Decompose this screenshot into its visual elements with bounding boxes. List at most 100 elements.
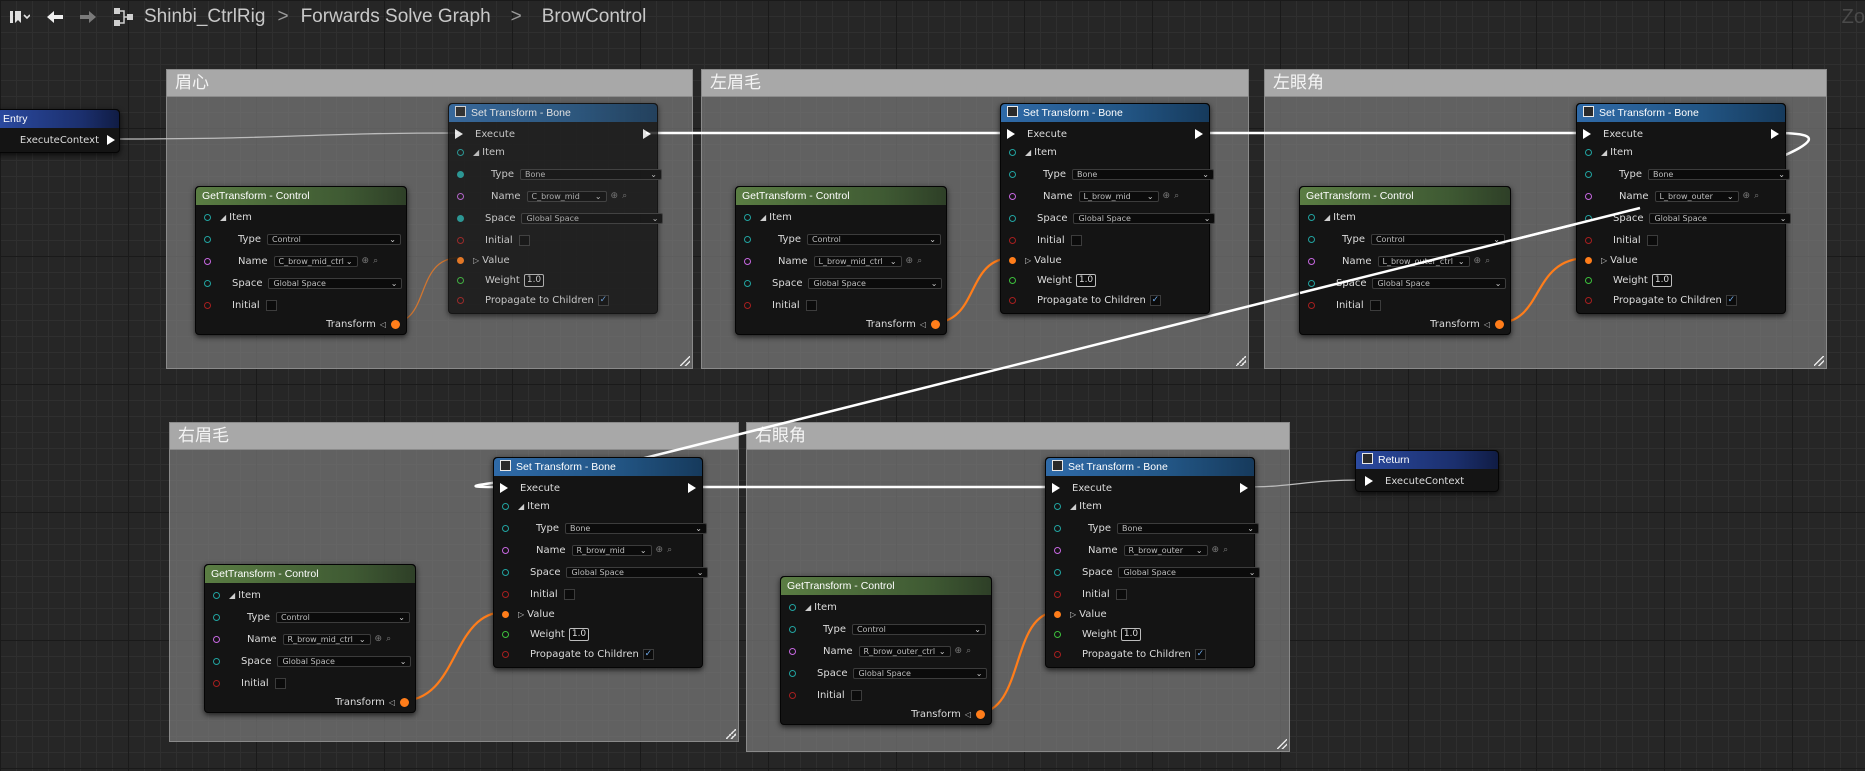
propagate-pin[interactable]: [502, 650, 509, 658]
search-icon[interactable]: ⌕: [373, 256, 378, 266]
space-dropdown[interactable]: Global Space ⌄: [1649, 212, 1792, 224]
node-header[interactable]: GetTransform - Control: [205, 565, 415, 583]
type-dropdown[interactable]: Control ⌄: [851, 623, 986, 635]
collapse-arrow-icon[interactable]: ◁: [1484, 320, 1490, 329]
search-icon[interactable]: ⌕: [1174, 191, 1179, 201]
browse-icon[interactable]: ⊕: [1212, 545, 1220, 555]
expand-arrow-icon[interactable]: ◢: [518, 502, 524, 511]
item-pin[interactable]: [744, 213, 751, 221]
resize-grip[interactable]: [726, 729, 736, 739]
resize-grip[interactable]: [1236, 356, 1246, 366]
get-transform-control-node[interactable]: GetTransform - Control ◢ Item Type Control…: [195, 186, 407, 335]
space-dropdown[interactable]: Global Space ⌄: [1073, 212, 1216, 224]
exec-output-pin[interactable]: [643, 129, 651, 139]
type-pin[interactable]: [744, 235, 751, 243]
weight-input[interactable]: 1.0: [1075, 273, 1097, 287]
search-icon[interactable]: ⌕: [966, 646, 971, 656]
collapse-arrow-icon[interactable]: ◁: [380, 320, 386, 329]
initial-checkbox[interactable]: [1369, 299, 1381, 311]
expand-arrow-icon[interactable]: ▷: [473, 256, 479, 265]
expand-arrow-icon[interactable]: ▷: [518, 610, 524, 619]
type-dropdown[interactable]: Control ⌄: [806, 233, 941, 245]
item-pin[interactable]: [1308, 213, 1315, 221]
expand-arrow-icon[interactable]: ▷: [1025, 256, 1031, 265]
search-icon[interactable]: ⌕: [1754, 191, 1759, 201]
space-pin[interactable]: [1054, 568, 1061, 576]
propagate-pin[interactable]: [1585, 296, 1592, 304]
name-pin[interactable]: [204, 257, 211, 265]
node-header[interactable]: Entry: [0, 110, 119, 128]
initial-checkbox[interactable]: [1070, 234, 1082, 246]
search-icon[interactable]: ⌕: [917, 256, 922, 266]
get-transform-control-node[interactable]: GetTransform - Control ◢ Item Type Control…: [735, 186, 947, 335]
comment-title[interactable]: 眉心: [167, 70, 692, 97]
name-dropdown[interactable]: R_brow_mid_ctrl ⌄: [282, 633, 371, 645]
browse-icon[interactable]: ⊕: [906, 256, 914, 266]
transform-output-pin[interactable]: [1495, 319, 1504, 329]
item-pin[interactable]: [1585, 148, 1592, 156]
type-pin[interactable]: [213, 613, 220, 621]
value-input-pin[interactable]: [1054, 610, 1061, 618]
type-pin[interactable]: [1585, 170, 1592, 178]
browse-icon[interactable]: ⊕: [375, 634, 383, 644]
search-icon[interactable]: ⌕: [1485, 256, 1490, 266]
resize-grip[interactable]: [1277, 739, 1287, 749]
exec-output-pin[interactable]: [1195, 129, 1203, 139]
search-icon[interactable]: ⌕: [386, 634, 391, 644]
entry-node[interactable]: Entry ExecuteContext: [0, 109, 120, 153]
breadcrumb-function[interactable]: BrowControl: [542, 6, 647, 28]
name-dropdown[interactable]: C_brow_mid_ctrl ⌄: [273, 255, 358, 267]
space-dropdown[interactable]: Global Space ⌄: [566, 566, 709, 578]
propagate-checkbox[interactable]: ✓: [1194, 648, 1206, 660]
item-pin[interactable]: [213, 591, 220, 599]
initial-checkbox[interactable]: [265, 299, 277, 311]
browse-icon[interactable]: ⊕: [362, 256, 370, 266]
transform-output-pin[interactable]: [931, 319, 940, 329]
initial-pin[interactable]: [502, 590, 509, 598]
type-dropdown[interactable]: Control ⌄: [275, 611, 410, 623]
name-pin[interactable]: [457, 192, 464, 200]
get-transform-control-node[interactable]: GetTransform - Control ◢ Item Type Control…: [1299, 186, 1511, 335]
comment-title[interactable]: 右眼角: [747, 423, 1289, 450]
node-header[interactable]: Set Transform - Bone: [449, 104, 657, 122]
name-pin[interactable]: [789, 647, 796, 655]
initial-pin[interactable]: [213, 679, 220, 687]
get-transform-control-node[interactable]: GetTransform - Control ◢ Item Type Control…: [780, 576, 992, 725]
comment-title[interactable]: 右眉毛: [170, 423, 738, 450]
node-header[interactable]: GetTransform - Control: [1300, 187, 1510, 205]
exec-input-pin[interactable]: [500, 483, 508, 493]
propagate-checkbox[interactable]: ✓: [1149, 294, 1161, 306]
initial-checkbox[interactable]: [805, 299, 817, 311]
browse-icon[interactable]: ⊕: [1743, 191, 1751, 201]
space-dropdown[interactable]: Global Space ⌄: [1372, 277, 1507, 289]
search-icon[interactable]: ⌕: [622, 191, 627, 201]
name-dropdown[interactable]: L_brow_outer_ctrl ⌄: [1377, 255, 1470, 267]
type-pin[interactable]: [502, 524, 509, 532]
space-dropdown[interactable]: Global Space ⌄: [521, 212, 664, 224]
browse-icon[interactable]: ⊕: [1163, 191, 1171, 201]
initial-pin[interactable]: [789, 691, 796, 699]
name-dropdown[interactable]: L_brow_mid ⌄: [1078, 190, 1159, 202]
browse-icon[interactable]: ⊕: [656, 545, 664, 555]
resize-grip[interactable]: [680, 356, 690, 366]
expand-arrow-icon[interactable]: ◢: [229, 591, 235, 600]
type-dropdown[interactable]: Bone ⌄: [1071, 168, 1214, 180]
item-pin[interactable]: [204, 213, 211, 221]
expand-arrow-icon[interactable]: ◢: [1324, 213, 1330, 222]
type-dropdown[interactable]: Bone ⌄: [564, 522, 707, 534]
collapse-arrow-icon[interactable]: ◁: [920, 320, 926, 329]
space-pin[interactable]: [457, 214, 464, 222]
initial-checkbox[interactable]: [518, 234, 530, 246]
name-pin[interactable]: [213, 635, 220, 643]
initial-pin[interactable]: [744, 301, 751, 309]
transform-output-pin[interactable]: [976, 709, 985, 719]
exec-output-pin[interactable]: [688, 483, 696, 493]
propagate-pin[interactable]: [457, 296, 464, 304]
set-transform-bone-node[interactable]: Set Transform - Bone Execute ◢ Item Type B…: [493, 457, 709, 668]
type-pin[interactable]: [1308, 235, 1315, 243]
expand-arrow-icon[interactable]: ◢: [1070, 502, 1076, 511]
exec-input-pin[interactable]: [1007, 129, 1015, 139]
back-button[interactable]: [38, 0, 72, 34]
weight-input[interactable]: 1.0: [1120, 627, 1142, 641]
initial-checkbox[interactable]: [1646, 234, 1658, 246]
